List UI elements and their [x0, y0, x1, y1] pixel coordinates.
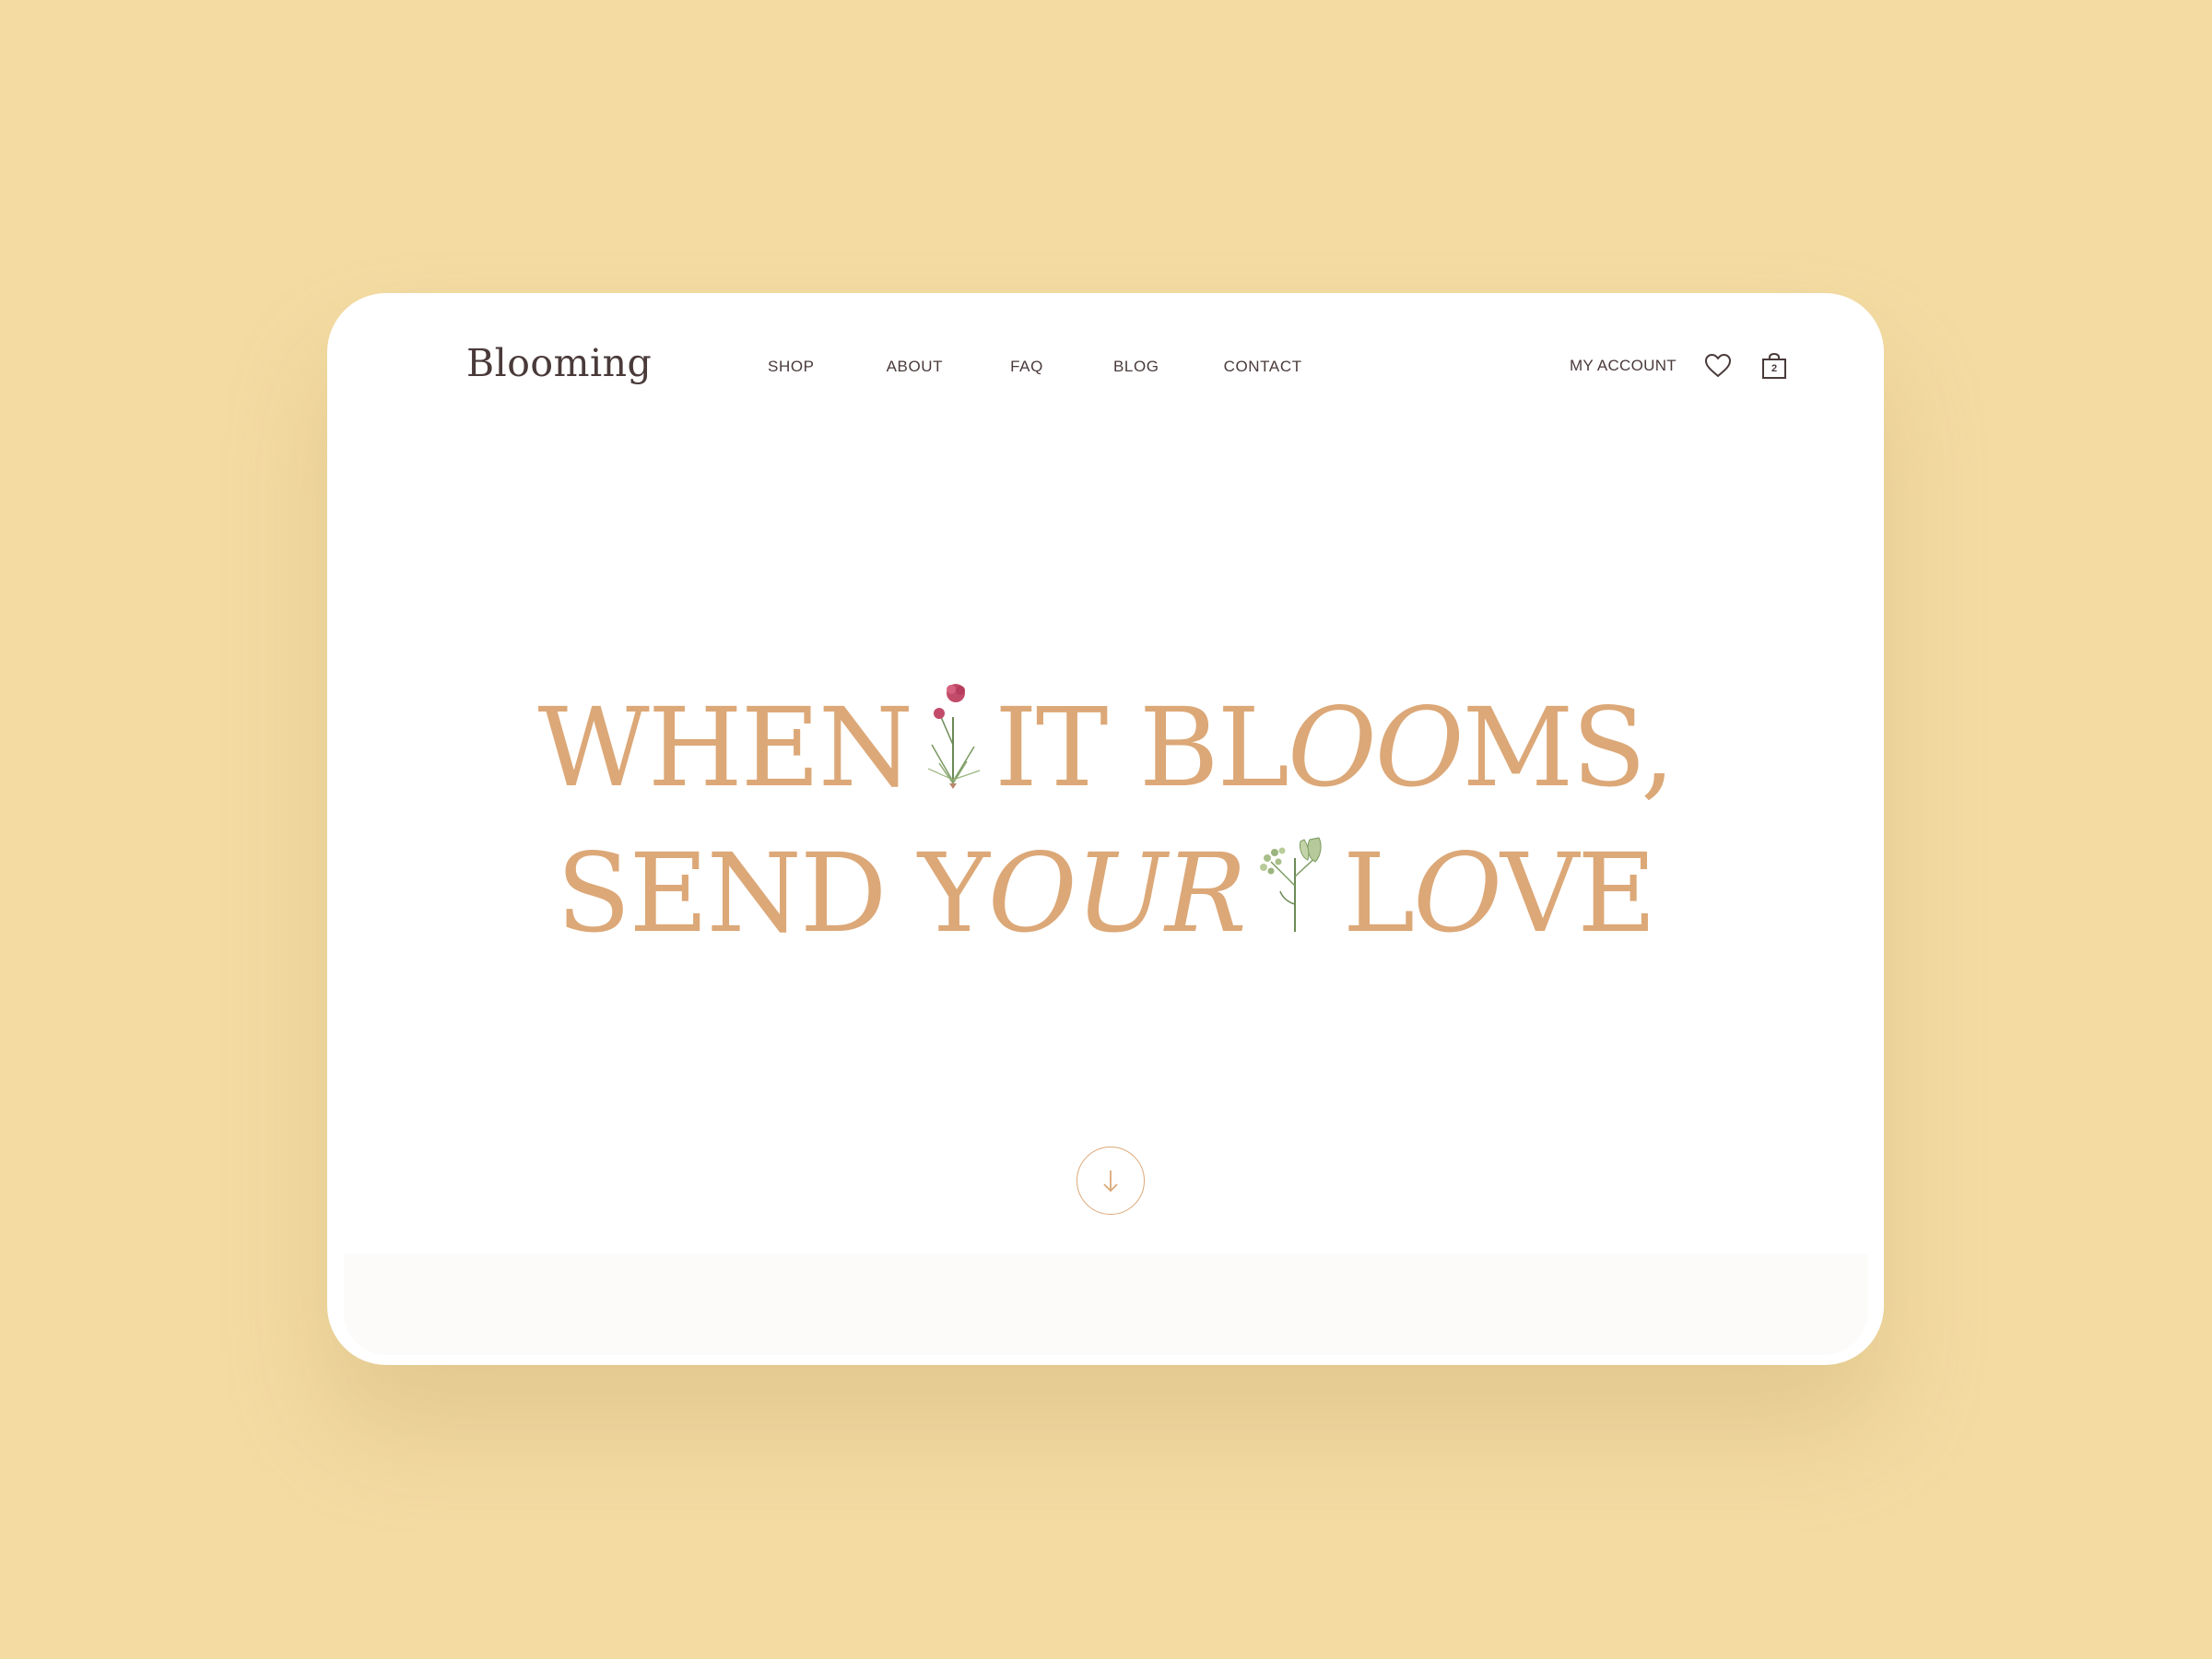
- nav-item-blog[interactable]: BLOG: [1113, 358, 1159, 376]
- main-nav: SHOP ABOUT FAQ BLOG CONTACT: [768, 358, 1302, 376]
- hero-word-o: O: [1413, 830, 1502, 958]
- scroll-down-button[interactable]: [1077, 1147, 1145, 1215]
- hero-word-ve: VE: [1500, 830, 1656, 958]
- hero-word-l: L: [1342, 830, 1415, 958]
- brand-logo[interactable]: Blooming: [466, 341, 652, 385]
- hero-word-send-y: SEND Y: [556, 830, 990, 958]
- nav-item-shop[interactable]: SHOP: [768, 358, 815, 376]
- account-area: MY ACCOUNT 2: [1570, 350, 1790, 382]
- hero-headline: WHEN IT BLOOMS, SEND YOUR LOVE: [327, 680, 1884, 971]
- next-section-preview: [344, 1253, 1867, 1355]
- wishlist-button[interactable]: [1702, 350, 1734, 382]
- my-account-link[interactable]: MY ACCOUNT: [1570, 357, 1677, 375]
- nav-item-faq[interactable]: FAQ: [1010, 358, 1043, 376]
- hero-line-1: WHEN IT BLOOMS,: [327, 680, 1884, 826]
- arrow-down-icon: [1103, 1171, 1118, 1192]
- hero-word-ms: MS,: [1462, 684, 1676, 811]
- cart-count-badge: 2: [1771, 363, 1778, 374]
- cart-button[interactable]: 2: [1759, 350, 1790, 382]
- hero-word-it-bl: IT BL: [994, 684, 1289, 811]
- browser-window: Blooming SHOP ABOUT FAQ BLOG CONTACT MY …: [327, 293, 1884, 1365]
- pink-flower-illustration: [921, 680, 985, 818]
- green-flower-illustration: [1254, 829, 1334, 963]
- hero-word-when: WHEN: [537, 684, 914, 811]
- nav-item-contact[interactable]: CONTACT: [1224, 358, 1302, 376]
- heart-icon: [1705, 354, 1731, 377]
- hero-word-oo: OO: [1288, 684, 1464, 811]
- hero-line-2: SEND YOUR LOVE: [327, 826, 1884, 970]
- page-background: Blooming SHOP ABOUT FAQ BLOG CONTACT MY …: [0, 0, 2212, 1659]
- hero-word-our: OUR: [987, 830, 1247, 958]
- nav-item-about[interactable]: ABOUT: [887, 358, 944, 376]
- header: Blooming SHOP ABOUT FAQ BLOG CONTACT MY …: [327, 293, 1884, 441]
